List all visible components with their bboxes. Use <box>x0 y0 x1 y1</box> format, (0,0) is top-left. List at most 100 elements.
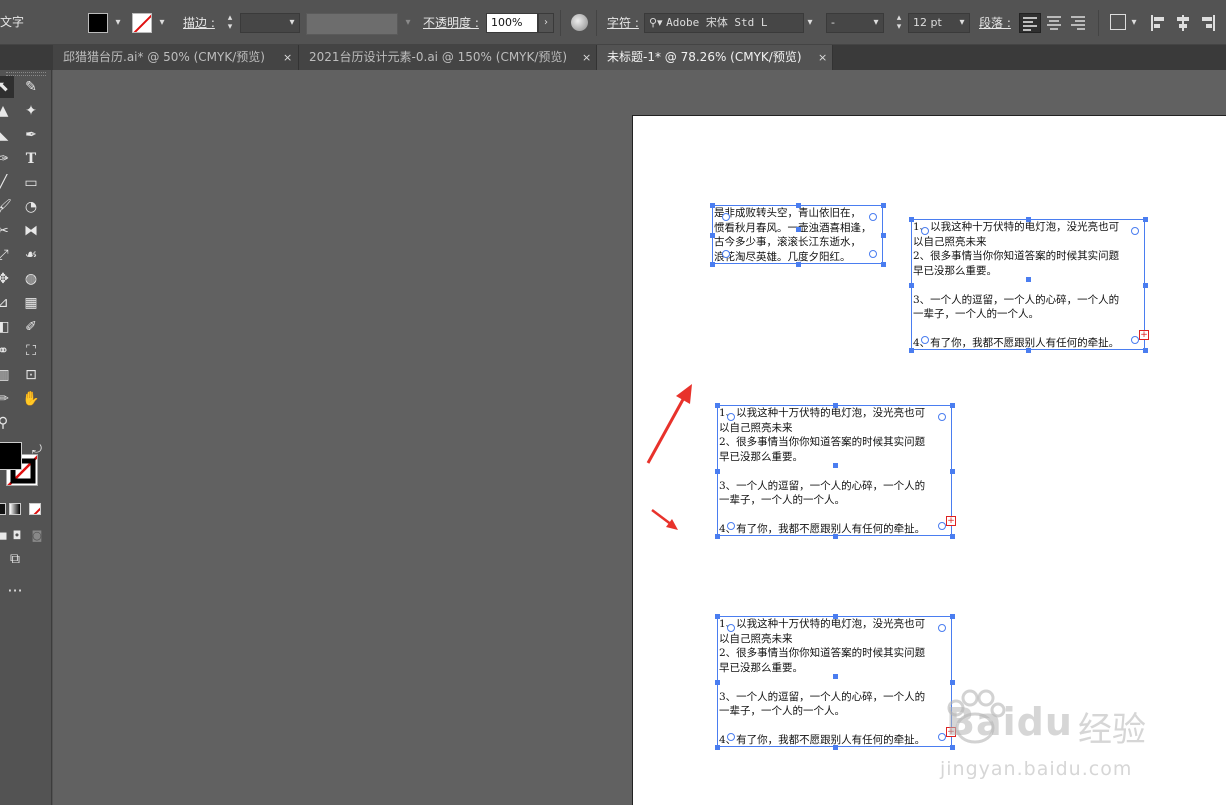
direct-selection-icon[interactable]: ▲ <box>0 100 14 122</box>
mesh-tool-icon[interactable]: ▦ <box>20 292 42 314</box>
selection-tool-icon[interactable]: ⬉ <box>0 76 14 98</box>
bounding-handle <box>881 262 886 267</box>
text-line <box>719 508 951 523</box>
variable-width-profile[interactable] <box>306 13 398 35</box>
lasso-icon[interactable]: ◣ <box>0 124 14 146</box>
widget-icon <box>722 250 730 258</box>
chevron-down-icon[interactable]: ▾ <box>802 14 818 32</box>
bounding-handle <box>950 403 955 408</box>
separator <box>596 10 597 36</box>
tab-label: 2021台历设计元素-0.ai @ 150% (CMYK/预览) <box>309 50 568 64</box>
reflect-tool-icon[interactable]: ⧓ <box>20 220 42 242</box>
blend-tool-icon[interactable]: ⚭ <box>0 340 14 362</box>
magic-wand-icon[interactable]: ✦ <box>20 100 42 122</box>
none-mode-button[interactable] <box>29 503 41 515</box>
text-line <box>913 322 1144 337</box>
scale-tool-icon[interactable]: ⤢ <box>0 244 14 266</box>
text-frame-list-1[interactable]: 1、以我这种十万伏特的电灯泡，没光亮也可 以自己照亮未来 2、很多事情当你你知道答案… <box>911 219 1145 350</box>
align-left-button[interactable] <box>1019 13 1041 33</box>
chevron-down-icon[interactable]: ▾ <box>284 14 300 32</box>
gradient-tool-icon[interactable]: ◧ <box>0 316 14 338</box>
opacity-label[interactable]: 不透明度 : <box>423 15 479 31</box>
gradient-mode-button[interactable] <box>9 503 21 515</box>
text-frame-poem[interactable]: 是非成败转头空，青山依旧在， 惯看秋月春风。一壶浊酒喜相逢， 古今多少事，滚滚长江东… <box>712 205 883 264</box>
line-tool-icon[interactable]: ╱ <box>0 172 14 194</box>
fill-color-swatch[interactable] <box>0 442 22 470</box>
opacity-field[interactable]: 100% <box>486 13 538 33</box>
scissors-icon[interactable]: ✂ <box>0 220 14 242</box>
color-mode-button[interactable] <box>0 503 6 515</box>
align-center-button[interactable] <box>1044 13 1066 33</box>
perspective-grid-icon[interactable]: ⊿ <box>0 292 14 314</box>
text-frame-list-3[interactable]: 1、以我这种十万伏特的电灯泡，没光亮也可 以自己照亮未来 2、很多事情当你你知道答案… <box>717 616 952 747</box>
chevron-down-icon[interactable]: ▾ <box>1126 14 1142 32</box>
text-line: 1、以我这种十万伏特的电灯泡，没光亮也可 <box>913 221 1120 233</box>
watermark-brand: Baidu <box>946 700 1073 744</box>
stroke-label[interactable]: 描边 : <box>183 15 215 31</box>
chevron-right-icon[interactable]: › <box>538 13 554 33</box>
align-objects-hcenter-icon[interactable] <box>1174 13 1192 33</box>
close-icon[interactable]: × <box>818 45 827 70</box>
stroke-weight-stepper[interactable]: ▴ ▾ <box>222 14 238 32</box>
overset-text-icon[interactable]: + <box>1139 330 1149 340</box>
chevron-down-icon[interactable]: ▾ <box>154 14 170 32</box>
align-right-button[interactable] <box>1068 13 1090 33</box>
type-tool-icon[interactable]: T <box>20 148 42 170</box>
text-line: 早已没那么重要。 <box>719 450 803 463</box>
widget-icon <box>1131 227 1139 235</box>
center-point <box>796 227 801 232</box>
pen-tool-icon[interactable]: ✒ <box>20 124 42 146</box>
center-point <box>833 674 838 679</box>
bounding-handle <box>796 203 801 208</box>
text-line: 3、一个人的逗留，一个人的心碎，一个人的 <box>719 690 926 703</box>
artboard-tool-icon[interactable]: ⊡ <box>20 364 42 386</box>
transform-icon[interactable] <box>1110 14 1126 30</box>
text-frame-list-2[interactable]: 1、以我这种十万伏特的电灯泡，没光亮也可 以自己照亮未来 2、很多事情当你你知道答案… <box>717 405 952 536</box>
overset-text-icon[interactable]: + <box>946 516 956 526</box>
chevron-down-icon[interactable]: ▾ <box>110 14 126 32</box>
blob-brush-icon[interactable]: ◔ <box>20 196 42 218</box>
column-graph-icon[interactable]: ▥ <box>0 364 14 386</box>
widget-icon <box>938 624 946 632</box>
align-objects-left-icon[interactable] <box>1150 13 1168 33</box>
curvature-pen-icon[interactable]: ✎ <box>20 76 42 98</box>
draw-behind-icon[interactable]: ◘ <box>6 525 28 547</box>
swap-colors-icon[interactable]: ⤾ <box>26 438 48 460</box>
tab-document-1[interactable]: 邱猎猎台历.ai* @ 50% (CMYK/预览) × <box>53 45 299 70</box>
zoom-tool-icon[interactable]: ⚲ <box>0 412 14 434</box>
eyedropper-icon[interactable]: ✐ <box>20 316 42 338</box>
text-line: 一辈子，一个人的一个人。 <box>913 308 1039 320</box>
paragraph-label[interactable]: 段落 : <box>979 15 1011 31</box>
paintbrush-icon[interactable]: 🖌 <box>0 196 14 218</box>
slice-tool-icon[interactable]: ✏ <box>0 388 14 410</box>
align-objects-right-icon[interactable] <box>1198 13 1216 33</box>
puppet-warp-icon[interactable]: ✥ <box>0 268 14 290</box>
draw-inside-icon[interactable]: ◙ <box>26 525 48 547</box>
shape-builder-icon[interactable]: ◍ <box>20 268 42 290</box>
symbol-sprayer-icon[interactable]: ⛶ <box>20 340 42 362</box>
warp-tool-icon[interactable]: ☙ <box>20 244 42 266</box>
widget-icon <box>727 522 735 530</box>
stroke-swatch[interactable] <box>132 13 152 33</box>
tab-document-2[interactable]: 2021台历设计元素-0.ai @ 150% (CMYK/预览) × <box>299 45 597 70</box>
anchor-icon[interactable]: ✑ <box>0 148 14 170</box>
hand-tool-icon[interactable]: ✋ <box>20 388 42 410</box>
align-left-icon <box>1023 17 1037 31</box>
chevron-down-icon[interactable]: ▾ <box>868 14 884 32</box>
close-icon[interactable]: × <box>283 45 292 70</box>
tab-document-3[interactable]: 未标题-1* @ 78.26% (CMYK/预览) × <box>597 45 833 70</box>
chevron-down-icon[interactable]: ▾ <box>954 14 970 32</box>
bounding-handle <box>909 217 914 222</box>
character-label[interactable]: 字符 : <box>607 15 639 31</box>
font-size-stepper[interactable]: ▴ ▾ <box>891 14 907 32</box>
text-line: 早已没那么重要。 <box>719 661 803 674</box>
text-line: 1、以我这种十万伏特的电灯泡，没光亮也可 <box>719 407 926 419</box>
screen-mode-icon[interactable]: ⧉ <box>4 548 26 570</box>
close-icon[interactable]: × <box>582 45 591 70</box>
fill-swatch[interactable] <box>88 13 108 33</box>
widget-icon <box>938 413 946 421</box>
font-family-field[interactable]: ⚲▾ Adobe 宋体 Std L <box>644 13 804 33</box>
more-tools-icon[interactable]: ··· <box>4 580 26 602</box>
recolor-globe-icon[interactable] <box>571 14 588 31</box>
rectangle-tool-icon[interactable]: ▭ <box>20 172 42 194</box>
